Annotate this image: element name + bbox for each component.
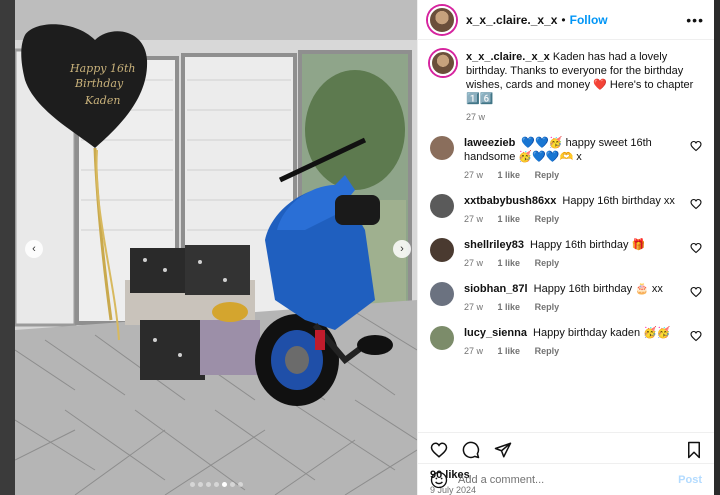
caption-meta: 27 w [466,112,702,122]
save-bookmark-icon[interactable] [686,441,702,459]
comment-item: shellriley83 Happy 16th birthday 🎁 27 w … [430,238,702,268]
caption-age[interactable]: 27 w [466,112,485,122]
caption: x_x_.claire._x_x Kaden has had a lovely … [430,50,702,122]
comment-likes[interactable]: 1 like [498,214,521,224]
commenter-avatar[interactable] [430,136,454,160]
comment-item: xxtbabybush86xx Happy 16th birthday xx 2… [430,194,702,224]
reply-button[interactable]: Reply [535,170,560,180]
commenter-username[interactable]: xxtbabybush86xx [464,195,556,207]
comment-age[interactable]: 27 w [464,258,483,268]
comment-age[interactable]: 27 w [464,346,483,356]
comment-body: Happy birthday kaden 🥳🥳 [533,327,671,339]
like-heart-icon[interactable] [430,441,448,459]
feed-edge-right [714,0,720,495]
commenter-avatar[interactable] [430,194,454,218]
comment-like-heart-icon[interactable] [690,198,702,210]
comment-age[interactable]: 27 w [464,214,483,224]
comment-body: Happy 16th birthday 🎂 xx [533,283,663,295]
carousel-dot [205,482,211,487]
feed-edge-left [0,0,15,495]
comment-item: laweezieb 💙💙🥳 happy sweet 16th handsome … [430,136,702,180]
emoji-icon[interactable] [430,471,448,489]
commenter-username[interactable]: laweezieb [464,137,515,149]
carousel-indicator [15,482,417,487]
comment-meta: 27 w 1 like Reply [464,346,684,356]
reply-button[interactable]: Reply [535,302,560,312]
post-header: x_x_.claire._x_x • Follow ••• [418,0,714,40]
commenter-username[interactable]: shellriley83 [464,239,524,251]
reply-button[interactable]: Reply [535,258,560,268]
comment-text: siobhan_87l Happy 16th birthday 🎂 xx [464,282,684,296]
comment-likes[interactable]: 1 like [498,302,521,312]
comment-meta: 27 w 1 like Reply [464,258,684,268]
comment-text: shellriley83 Happy 16th birthday 🎁 [464,238,684,252]
more-options-icon[interactable]: ••• [686,12,704,28]
reply-button[interactable]: Reply [535,346,560,356]
commenter-username[interactable]: lucy_sienna [464,327,527,339]
header-separator: • [561,12,566,27]
post-author-username[interactable]: x_x_.claire._x_x [466,13,557,27]
comment-text: lucy_sienna Happy birthday kaden 🥳🥳 [464,326,684,340]
carousel-dot [197,482,203,487]
reply-button[interactable]: Reply [535,214,560,224]
comment-like-heart-icon[interactable] [690,140,702,152]
caption-text: x_x_.claire._x_x Kaden has had a lovely … [466,50,702,106]
comment-age[interactable]: 27 w [464,302,483,312]
post-photo: Happy 16th Birthday Kaden [15,0,417,495]
comment-like-heart-icon[interactable] [690,330,702,342]
comment-text: laweezieb 💙💙🥳 happy sweet 16th handsome … [464,136,684,164]
comment-like-heart-icon[interactable] [690,242,702,254]
comment-input[interactable] [458,473,669,486]
comment-item: siobhan_87l Happy 16th birthday 🎂 xx 27 … [430,282,702,312]
comment-item: lucy_sienna Happy birthday kaden 🥳🥳 27 w… [430,326,702,356]
action-icons [430,441,702,459]
comment-likes[interactable]: 1 like [498,346,521,356]
commenter-username[interactable]: siobhan_87l [464,283,528,295]
comment-body: Happy 16th birthday xx [562,195,675,207]
carousel-next-button[interactable]: › [393,240,411,258]
balloon-text-line-2: Birthday [74,77,124,90]
avatar[interactable] [428,5,456,34]
caption-username[interactable]: x_x_.claire._x_x [466,51,550,63]
balloon-text-line-1: Happy 16th [69,62,135,75]
comment-body: Happy 16th birthday 🎁 [530,239,646,251]
commenter-avatar[interactable] [430,282,454,306]
post-media: Happy 16th Birthday Kaden ‹ › [15,0,417,495]
carousel-dot [229,482,235,487]
comment-likes[interactable]: 1 like [498,170,521,180]
carousel-dot [189,482,195,487]
post-side-panel: x_x_.claire._x_x • Follow ••• x_x_.clair… [417,0,714,495]
comment-bubble-icon[interactable] [462,441,480,459]
add-comment-bar: Post [418,463,714,495]
comment-list: laweezieb 💙💙🥳 happy sweet 16th handsome … [430,136,702,356]
balloon-text-line-3: Kaden [84,94,120,107]
commenter-avatar[interactable] [430,326,454,350]
comment-likes[interactable]: 1 like [498,258,521,268]
carousel-dot [237,482,243,487]
carousel-dot [213,482,219,487]
share-send-icon[interactable] [494,441,512,459]
caption-avatar[interactable] [430,50,456,76]
follow-button[interactable]: Follow [570,13,608,27]
comment-meta: 27 w 1 like Reply [464,170,684,180]
post-modal: Happy 16th Birthday Kaden ‹ › x_x_.clair… [15,0,714,495]
carousel-prev-button[interactable]: ‹ [25,240,43,258]
comment-meta: 27 w 1 like Reply [464,214,684,224]
post-comment-button[interactable]: Post [678,474,702,486]
commenter-avatar[interactable] [430,238,454,262]
carousel-dot [221,482,227,487]
comment-age[interactable]: 27 w [464,170,483,180]
comments-section[interactable]: x_x_.claire._x_x Kaden has had a lovely … [418,40,714,432]
comment-text: xxtbabybush86xx Happy 16th birthday xx [464,194,684,208]
comment-like-heart-icon[interactable] [690,286,702,298]
comment-meta: 27 w 1 like Reply [464,302,684,312]
